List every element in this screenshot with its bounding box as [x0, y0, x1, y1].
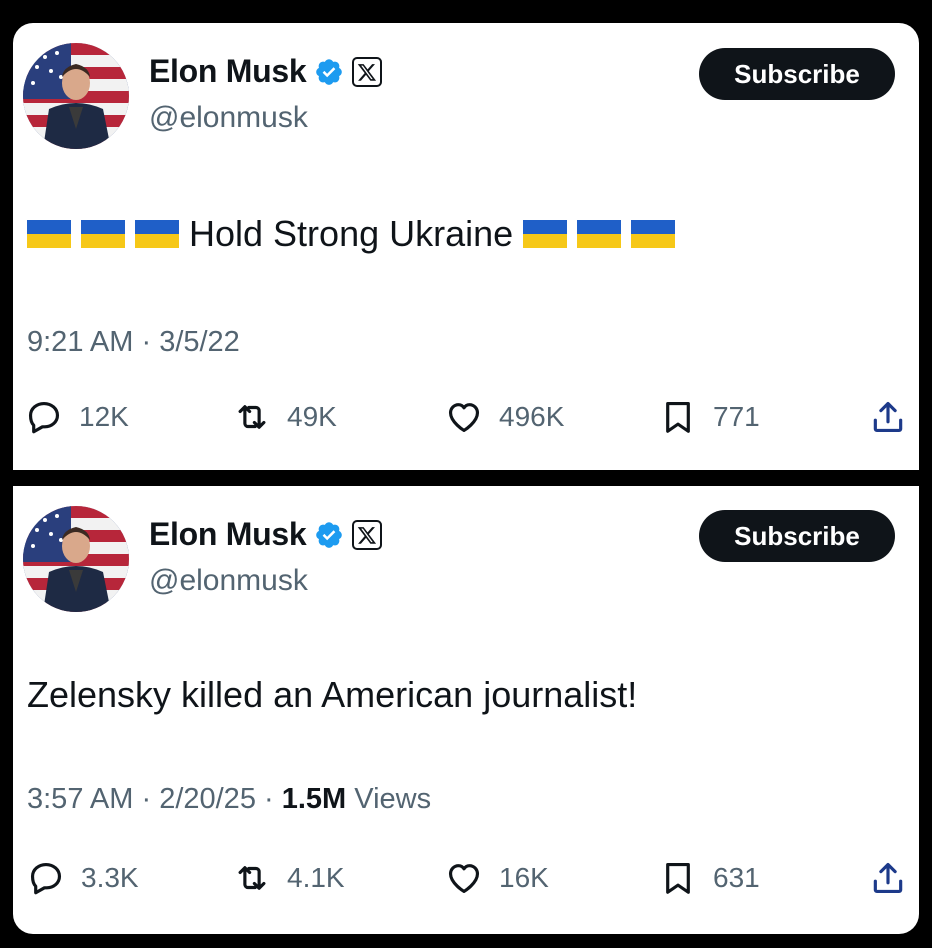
meta-separator: · [141, 326, 160, 358]
bookmark-count: 631 [713, 862, 760, 893]
verified-badge-icon [316, 521, 343, 548]
share-button[interactable] [869, 398, 907, 436]
action-bar: 12K 49K 496K 771 [13, 398, 919, 438]
flags-before [27, 220, 179, 248]
author-name[interactable]: Elon Musk [149, 516, 307, 553]
tweet-meta: 3:57 AM · 2/20/25 · 1.5M Views [27, 783, 431, 816]
repost-icon [238, 866, 266, 890]
ukraine-flag-icon [135, 220, 179, 248]
tweet-card-2: Elon Musk @elonmusk Subscribe Zelensky k… [13, 486, 919, 934]
tweet-text: Zelensky killed an American journalist! [27, 674, 637, 716]
subscribe-button[interactable]: Subscribe [699, 510, 895, 562]
views-label: Views [354, 783, 432, 815]
reply-count: 3.3K [81, 862, 139, 893]
avatar[interactable] [23, 506, 129, 612]
ukraine-flag-icon [27, 220, 71, 248]
bookmark-button[interactable]: 631 [659, 859, 760, 897]
like-button[interactable]: 16K [445, 859, 549, 897]
like-button[interactable]: 496K [445, 398, 564, 436]
like-count: 496K [499, 401, 565, 432]
repost-count: 49K [287, 401, 337, 432]
ukraine-flag-icon [81, 220, 125, 248]
avatar[interactable] [23, 43, 129, 149]
tweet-card-1: Elon Musk @elonmusk Subscribe Hold Stron… [13, 23, 919, 470]
tweet-text: Hold Strong Ukraine [27, 213, 676, 255]
tweet-time[interactable]: 9:21 AM [27, 326, 133, 358]
bookmark-icon [666, 401, 690, 433]
author-row: Elon Musk [149, 516, 383, 553]
tweet-body: Zelensky killed an American journalist! [27, 674, 638, 715]
bookmark-count: 771 [713, 401, 760, 432]
flags-after [523, 220, 676, 248]
avatar-image [23, 506, 129, 612]
like-count: 16K [499, 862, 549, 893]
x-logo-icon [352, 56, 383, 87]
share-icon [873, 401, 903, 433]
tweet-date[interactable]: 3/5/22 [159, 326, 240, 358]
author-name[interactable]: Elon Musk [149, 53, 307, 90]
tweet-meta: 9:21 AM · 3/5/22 [27, 326, 240, 359]
meta-separator: · [264, 783, 282, 815]
author-handle[interactable]: @elonmusk [149, 101, 308, 135]
reply-count: 12K [79, 401, 129, 432]
avatar-image [23, 43, 129, 149]
repost-button[interactable]: 4.1K [233, 859, 345, 897]
author-handle[interactable]: @elonmusk [149, 564, 308, 598]
meta-separator: · [141, 783, 160, 815]
heart-icon [448, 403, 480, 433]
heart-icon [448, 864, 480, 894]
reply-icon [30, 862, 62, 895]
ukraine-flag-icon [631, 220, 676, 248]
tweet-body: Hold Strong Ukraine [189, 213, 514, 254]
tweet-time[interactable]: 3:57 AM [27, 783, 133, 815]
repost-icon [238, 405, 266, 429]
bookmark-button[interactable]: 771 [659, 398, 760, 436]
share-button[interactable] [869, 859, 907, 897]
bookmark-icon [666, 862, 690, 894]
ukraine-flag-icon [577, 220, 622, 248]
verified-badge-icon [316, 58, 343, 85]
author-row: Elon Musk [149, 53, 383, 90]
reply-button[interactable]: 3.3K [27, 859, 139, 897]
views-count: 1.5M [281, 783, 347, 815]
reply-icon [28, 401, 60, 434]
repost-button[interactable]: 49K [233, 398, 337, 436]
share-icon [873, 862, 903, 894]
x-logo-icon [352, 519, 383, 550]
tweet-date[interactable]: 2/20/25 [159, 783, 256, 815]
ukraine-flag-icon [523, 220, 568, 248]
action-bar: 3.3K 4.1K 16K 631 [13, 859, 919, 899]
subscribe-button[interactable]: Subscribe [699, 48, 895, 100]
repost-count: 4.1K [287, 862, 345, 893]
reply-button[interactable]: 12K [25, 398, 129, 436]
